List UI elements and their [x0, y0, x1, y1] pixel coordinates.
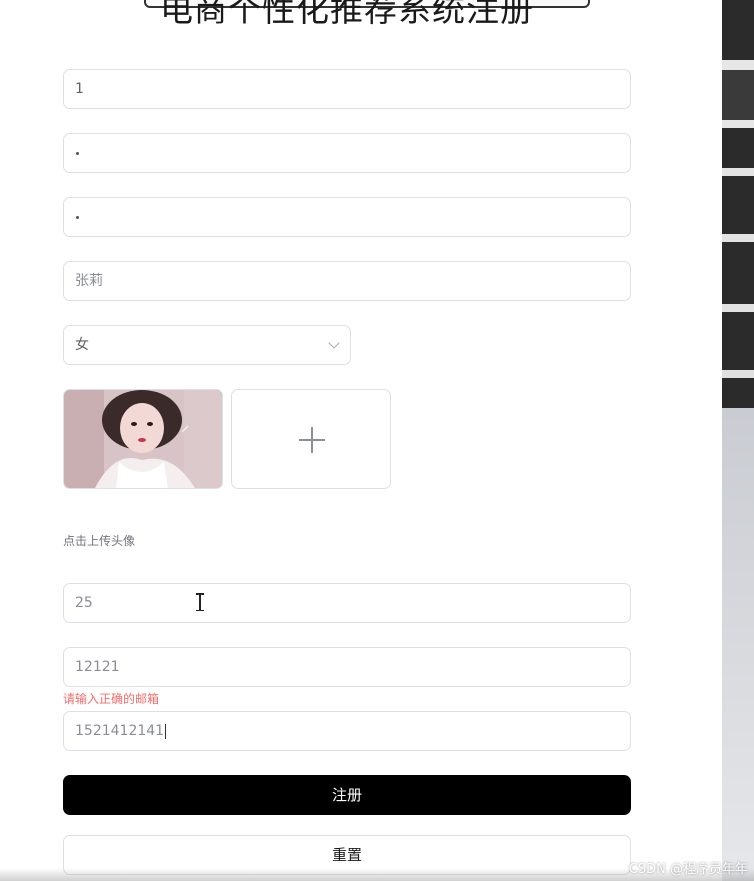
phone-value: 1521412141	[75, 723, 165, 739]
email-input[interactable]: 12121	[63, 647, 631, 687]
gender-select[interactable]: 女	[63, 325, 351, 365]
chevron-down-icon	[328, 337, 340, 349]
keyboard-key	[722, 176, 754, 234]
name-input[interactable]: 张莉	[63, 261, 631, 301]
keyboard-key	[722, 378, 754, 408]
avatar-preview[interactable]	[63, 389, 223, 489]
plus-icon-bar	[299, 439, 325, 441]
avatar-photo	[64, 390, 222, 488]
password-mask-dot	[76, 151, 79, 155]
text-caret	[165, 723, 167, 739]
keyboard-key	[722, 70, 754, 120]
register-page: 电商个性化推荐系统注册 1 张莉 女 点击上传头像 25 12121 请输入正确…	[0, 0, 722, 881]
keyboard-key	[722, 312, 754, 370]
keyboard-key	[722, 242, 754, 304]
keyboard-key	[722, 0, 754, 60]
keyboard-key	[722, 128, 754, 168]
email-error-message: 请输入正确的邮箱	[63, 692, 160, 706]
password-input[interactable]	[63, 133, 631, 173]
age-input[interactable]: 25	[63, 583, 631, 623]
confirm-password-input[interactable]	[63, 197, 631, 237]
avatar-upload-button[interactable]	[231, 389, 391, 489]
confirm-password-mask-dot	[76, 215, 79, 219]
phone-input[interactable]: 1521412141	[63, 711, 631, 751]
register-button[interactable]: 注册	[63, 775, 631, 815]
email-value: 12121	[75, 659, 120, 675]
avatar-upload-tip: 点击上传头像	[63, 534, 136, 548]
name-value: 张莉	[75, 273, 103, 289]
page-title: 电商个性化推荐系统注册	[160, 0, 534, 29]
username-value: 1	[75, 81, 84, 97]
mouse-ibeam-cursor-icon	[195, 593, 205, 611]
gender-selected-value: 女	[75, 337, 89, 353]
username-input[interactable]: 1	[63, 69, 631, 109]
desk-surface	[722, 408, 754, 881]
background-keyboard-photo	[722, 0, 754, 881]
age-value: 25	[75, 595, 93, 611]
watermark: CSDN @程序员年年	[628, 862, 748, 877]
